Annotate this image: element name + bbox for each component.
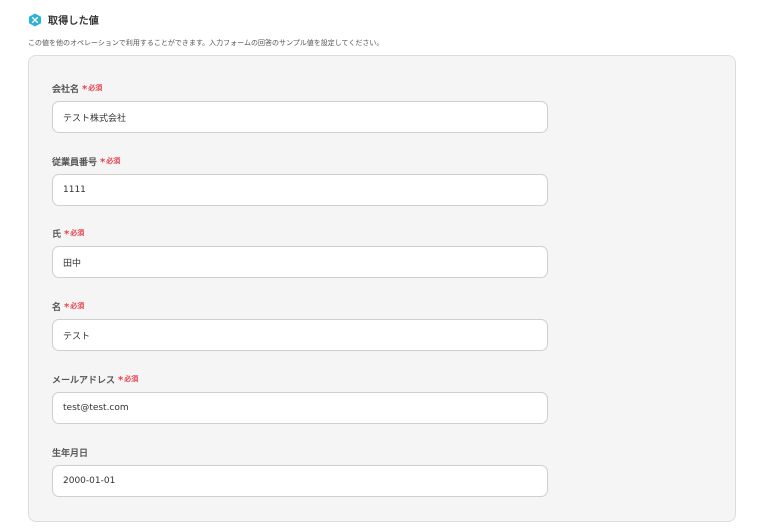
field-label: 氏 * 必須 bbox=[52, 226, 84, 240]
field-first-name: 名 * 必須 bbox=[52, 299, 548, 351]
required-text: 必須 bbox=[70, 302, 85, 310]
field-label: 会社名 * 必須 bbox=[52, 81, 102, 95]
field-label: 名 * 必須 bbox=[52, 299, 84, 313]
field-last-name: 氏 * 必須 bbox=[52, 226, 548, 278]
required-star: * bbox=[64, 301, 70, 313]
email-input[interactable] bbox=[52, 392, 548, 424]
required-text: 必須 bbox=[106, 157, 121, 165]
field-label-text: 氏 bbox=[52, 229, 62, 240]
field-label: 生年月日 bbox=[52, 445, 88, 459]
sample-values-panel: 会社名 * 必須 従業員番号 * 必須 氏 * 必須 名 * 必須 メールアドレ bbox=[28, 55, 736, 522]
company-name-input[interactable] bbox=[52, 101, 548, 133]
first-name-input[interactable] bbox=[52, 319, 548, 351]
section-header: 取得した値 bbox=[28, 12, 99, 27]
field-label: 従業員番号 * 必須 bbox=[52, 154, 120, 168]
field-company-name: 会社名 * 必須 bbox=[52, 81, 548, 133]
last-name-input[interactable] bbox=[52, 246, 548, 278]
field-label-text: 会社名 bbox=[52, 84, 80, 95]
birth-date-input[interactable] bbox=[52, 465, 548, 497]
field-label-text: 名 bbox=[52, 302, 62, 313]
field-label: メールアドレス * 必須 bbox=[52, 372, 138, 386]
field-label-text: 従業員番号 bbox=[52, 157, 98, 168]
section-title: 取得した値 bbox=[48, 16, 99, 27]
required-text: 必須 bbox=[88, 84, 103, 92]
field-birth-date: 生年月日 bbox=[52, 445, 548, 497]
required-star: * bbox=[100, 156, 106, 168]
field-email: メールアドレス * 必須 bbox=[52, 372, 548, 424]
field-employee-number: 従業員番号 * 必須 bbox=[52, 154, 548, 206]
field-label-text: 生年月日 bbox=[52, 448, 89, 459]
required-text: 必須 bbox=[124, 375, 139, 383]
field-label-text: メールアドレス bbox=[52, 375, 116, 386]
required-star: * bbox=[64, 228, 70, 240]
section-description: この値を他のオペレーションで利用することができます。入力フォームの回答のサンプル… bbox=[28, 39, 384, 47]
required-star: * bbox=[82, 83, 88, 95]
required-star: * bbox=[118, 374, 124, 386]
employee-number-input[interactable] bbox=[52, 174, 548, 206]
yoom-app-icon bbox=[28, 13, 42, 27]
required-text: 必須 bbox=[70, 229, 85, 237]
